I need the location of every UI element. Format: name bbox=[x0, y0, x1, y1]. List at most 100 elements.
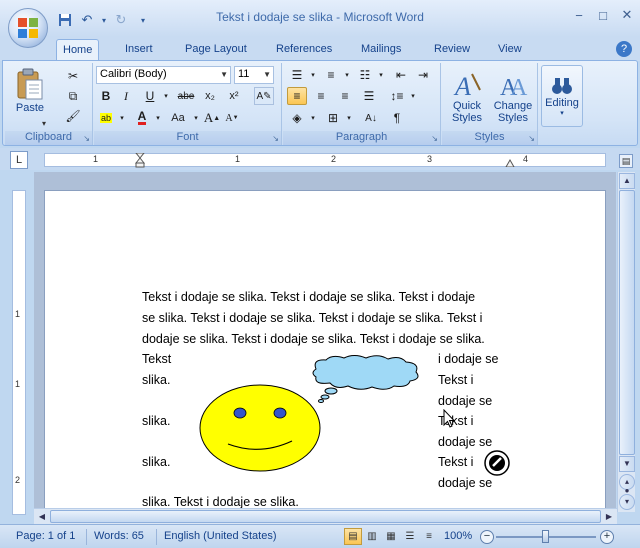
svg-text:A: A bbox=[510, 75, 528, 100]
document-page[interactable]: Tekst i dodaje se slika. Tekst i dodaje … bbox=[44, 190, 606, 512]
vertical-ruler[interactable]: 1 1 2 bbox=[12, 190, 26, 515]
font-color-dropdown-icon[interactable]: ▾ bbox=[148, 109, 168, 127]
view-ruler-icon[interactable]: ▤ bbox=[619, 154, 633, 168]
minimize-icon[interactable]: − bbox=[570, 6, 588, 24]
font-name-dropdown-icon[interactable]: ▼ bbox=[220, 67, 228, 83]
svg-text:A: A bbox=[453, 72, 471, 100]
scroll-down-icon[interactable]: ▼ bbox=[619, 456, 635, 472]
body-text-right: dodaje se bbox=[438, 435, 493, 449]
title-bar: ↶ ▾ ↻ ▾ Tekst i dodaje se slika - Micros… bbox=[0, 0, 640, 48]
full-screen-reading-view-icon[interactable]: ▥ bbox=[363, 528, 381, 545]
indent-marker-icon[interactable] bbox=[135, 153, 145, 168]
subscript-icon[interactable]: x₂ bbox=[200, 87, 220, 105]
smiley-face-shape[interactable] bbox=[197, 383, 323, 473]
format-painter-icon[interactable]: 🖌 bbox=[63, 107, 83, 125]
clear-formatting-icon[interactable]: A✎ bbox=[254, 87, 274, 105]
ruler-number: 2 bbox=[331, 154, 337, 164]
horizontal-ruler[interactable]: 1 1 2 3 4 bbox=[44, 153, 606, 168]
quick-styles-button[interactable]: A Quick Styles bbox=[444, 65, 490, 129]
ruler-number: 2 bbox=[15, 475, 21, 485]
horizontal-scrollbar[interactable]: ◀ ▶ bbox=[34, 508, 617, 524]
body-text-right: Tekst i bbox=[438, 455, 474, 469]
scroll-left-icon[interactable]: ◀ bbox=[35, 510, 49, 523]
horizontal-scroll-thumb[interactable] bbox=[50, 510, 601, 523]
editing-group: Editing ▾ bbox=[539, 63, 585, 145]
draft-view-icon[interactable]: ≡ bbox=[420, 528, 438, 545]
right-indent-marker-icon[interactable] bbox=[505, 159, 515, 167]
justify-icon[interactable]: ☰ bbox=[359, 87, 379, 105]
font-size-dropdown-icon[interactable]: ▼ bbox=[263, 67, 271, 83]
superscript-icon[interactable]: x² bbox=[224, 87, 244, 105]
vertical-scroll-thumb[interactable] bbox=[619, 190, 635, 455]
body-text-line: Tekst i dodaje se slika. Tekst i dodaje … bbox=[142, 290, 476, 304]
highlight-dropdown-icon[interactable]: ▾ bbox=[112, 109, 132, 127]
language-indicator[interactable]: English (United States) bbox=[164, 530, 277, 542]
page-count[interactable]: Page: 1 of 1 bbox=[16, 530, 75, 542]
web-layout-view-icon[interactable]: ▦ bbox=[382, 528, 400, 545]
borders-dropdown-icon[interactable]: ▾ bbox=[339, 109, 359, 127]
quick-styles-icon: A bbox=[453, 72, 481, 100]
multilevel-dropdown-icon[interactable]: ▾ bbox=[371, 66, 391, 84]
close-icon[interactable]: ✕ bbox=[618, 6, 636, 24]
zoom-in-icon[interactable]: + bbox=[600, 530, 614, 544]
zoom-slider-thumb[interactable] bbox=[542, 530, 549, 543]
tab-insert[interactable]: Insert bbox=[119, 39, 159, 61]
styles-dialog-launcher-icon[interactable]: ↘ bbox=[528, 134, 535, 143]
decrease-indent-icon[interactable]: ⇤ bbox=[391, 66, 411, 84]
tab-review[interactable]: Review bbox=[428, 39, 476, 61]
change-styles-button[interactable]: A A Change Styles bbox=[490, 65, 536, 129]
body-text-line: se slika. Tekst i dodaje se slika. Tekst… bbox=[142, 311, 483, 325]
print-layout-view-icon[interactable]: ▤ bbox=[344, 528, 362, 545]
body-text-right: dodaje se bbox=[438, 394, 493, 408]
grow-font-icon[interactable]: A ▲ bbox=[202, 109, 222, 127]
zoom-level[interactable]: 100% bbox=[444, 530, 472, 542]
word-count[interactable]: Words: 65 bbox=[94, 530, 144, 542]
bold-icon[interactable]: B bbox=[96, 87, 116, 105]
body-text-line: slika. Tekst i dodaje se slika. bbox=[142, 495, 299, 509]
paste-dropdown-icon[interactable]: ▾ bbox=[42, 119, 46, 128]
increase-indent-icon[interactable]: ⇥ bbox=[413, 66, 433, 84]
paste-button[interactable]: Paste bbox=[9, 65, 51, 117]
editing-button[interactable]: Editing ▾ bbox=[541, 65, 583, 127]
vertical-scrollbar[interactable]: ▲ ▼ ▴ ● ▾ bbox=[617, 172, 635, 512]
line-spacing-dropdown-icon[interactable]: ▾ bbox=[403, 87, 423, 105]
font-dialog-launcher-icon[interactable]: ↘ bbox=[272, 134, 279, 143]
next-page-icon[interactable]: ▾ bbox=[619, 494, 635, 510]
tab-mailings[interactable]: Mailings bbox=[355, 39, 407, 61]
show-hide-formatting-icon[interactable]: ¶ bbox=[387, 109, 407, 127]
scroll-right-icon[interactable]: ▶ bbox=[602, 510, 616, 523]
sort-icon[interactable]: A↓ bbox=[361, 109, 381, 127]
font-size-combo[interactable]: 11 ▼ bbox=[234, 66, 274, 84]
align-center-icon[interactable]: ≡ bbox=[311, 87, 331, 105]
scroll-up-icon[interactable]: ▲ bbox=[619, 173, 635, 189]
italic-icon[interactable]: I bbox=[116, 87, 136, 105]
zoom-out-icon[interactable]: − bbox=[480, 530, 494, 544]
align-left-icon[interactable]: ≡ bbox=[287, 87, 307, 105]
body-text-left: slika. bbox=[142, 414, 171, 428]
strikethrough-icon[interactable]: abe bbox=[176, 87, 196, 105]
tab-view[interactable]: View bbox=[492, 39, 528, 61]
copy-icon[interactable]: ⧉ bbox=[63, 87, 83, 105]
numbering-dropdown-icon[interactable]: ▾ bbox=[337, 66, 357, 84]
outline-view-icon[interactable]: ☰ bbox=[401, 528, 419, 545]
paragraph-dialog-launcher-icon[interactable]: ↘ bbox=[431, 134, 438, 143]
tab-page-layout[interactable]: Page Layout bbox=[179, 39, 253, 61]
shading-dropdown-icon[interactable]: ▾ bbox=[303, 109, 323, 127]
help-icon[interactable]: ? bbox=[616, 41, 632, 57]
font-name-combo[interactable]: Calibri (Body) ▼ bbox=[96, 66, 231, 84]
paragraph-group-label: Paragraph bbox=[283, 131, 440, 145]
clipboard-group: Paste ▾ ✂ ⧉ 🖌 Clipboard ↘ bbox=[5, 63, 93, 145]
align-right-icon[interactable]: ≡ bbox=[335, 87, 355, 105]
underline-dropdown-icon[interactable]: ▾ bbox=[156, 87, 176, 105]
shrink-font-icon[interactable]: A ▼ bbox=[222, 109, 242, 127]
thought-bubble-shape[interactable] bbox=[310, 355, 422, 405]
tab-selector-icon[interactable]: L bbox=[10, 151, 28, 169]
font-group: Calibri (Body) ▼ 11 ▼ B I U ▾ abe x₂ x² … bbox=[94, 63, 282, 145]
office-button[interactable] bbox=[8, 8, 48, 48]
maximize-icon[interactable]: □ bbox=[594, 6, 612, 24]
bullets-dropdown-icon[interactable]: ▾ bbox=[303, 66, 323, 84]
tab-references[interactable]: References bbox=[270, 39, 338, 61]
cut-icon[interactable]: ✂ bbox=[63, 67, 83, 85]
tab-home[interactable]: Home bbox=[56, 39, 100, 61]
clipboard-dialog-launcher-icon[interactable]: ↘ bbox=[83, 134, 90, 143]
